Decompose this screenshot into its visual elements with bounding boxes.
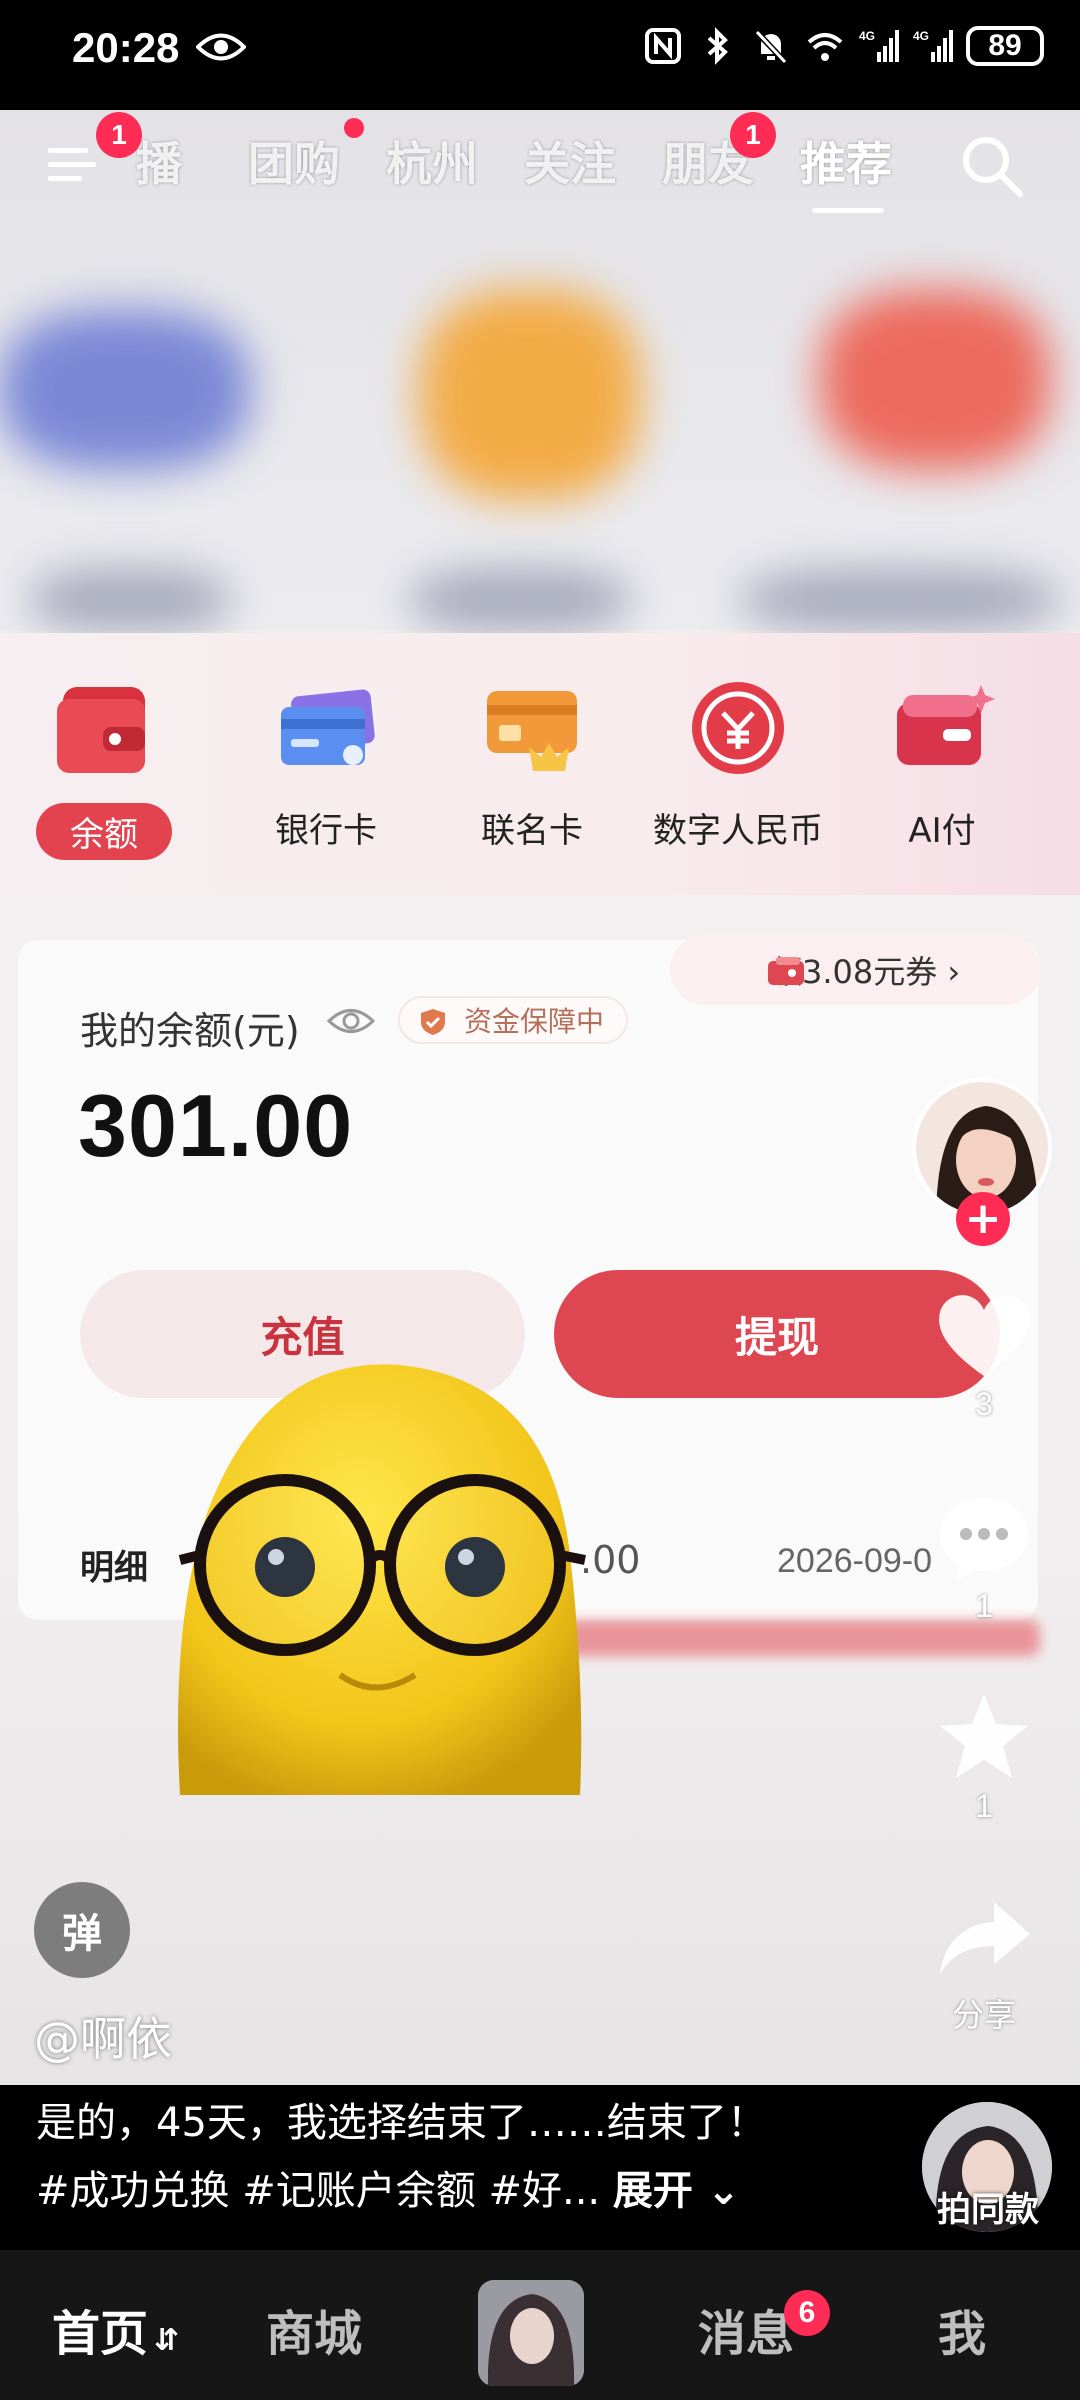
wallet-icon [57,687,145,773]
caption-hashtags[interactable]: #成功兑换 #记账户余额 #好... [36,2168,600,2214]
caption-line-2: #成功兑换 #记账户余额 #好... 展开 ⌄ [36,2158,740,2216]
group-buy-dot [344,118,364,138]
shield-icon [421,1009,445,1035]
wallet-option-cobrand-card: 联名卡 [442,673,622,852]
svg-text:4G: 4G [859,29,875,43]
danmu-toggle-button[interactable]: 弹 [34,1882,130,1978]
detail-date: 2026-09-0 [777,1542,933,1580]
favorite-count: 1 [975,1788,993,1824]
like-button[interactable]: 3 [924,1288,1044,1423]
tab-following[interactable]: 关注 [524,128,616,194]
bank-card-icon [281,689,375,765]
messages-badge: 6 [784,2290,830,2336]
wallet-label-cobrand-card: 联名卡 [481,811,583,851]
wallet-option-ai-pay: AI付 [852,673,1032,852]
heart-icon [939,1295,1029,1376]
app-screen: 20:28 4G 4G 89 余额 银行卡 联名卡 数字人民币 AI付 领3.0… [0,0,1080,2400]
digital-rmb-icon [692,682,784,774]
detail-label[interactable]: 明细 [80,1540,148,1589]
search-icon[interactable] [958,132,1026,200]
security-badge[interactable]: 资金保障中 [398,996,629,1044]
coupon-link[interactable]: 领3.08元券 › [670,935,1040,1005]
top-tab-bar: 1 播 团购 杭州 关注 朋友 1 推荐 [0,110,1080,220]
nav-create-button[interactable] [478,2280,584,2386]
nav-mall[interactable]: 商城 [266,2294,362,2364]
eye-icon [196,33,246,61]
wallet-option-balance: 余额 [14,673,194,860]
red-strip-decoration [560,1620,1040,1656]
balance-amount: 301.00 [78,1076,354,1175]
follow-plus-button[interactable]: + [956,1192,1010,1246]
wallet-option-digital-rmb: 数字人民币 [648,673,828,852]
like-count: 3 [975,1386,993,1422]
share-button[interactable]: 分享 [924,1892,1044,2036]
wallet-label-ai-pay: AI付 [908,811,976,851]
wallet-option-bank-card: 银行卡 [236,673,416,852]
bottom-nav: 首页 ⇵ 商城 消息 6 我 [0,2250,1080,2400]
active-tab-indicator [812,208,884,213]
nav-home[interactable]: 首页 ⇵ [52,2294,179,2364]
signal-4g-icon: 4G [859,29,899,62]
caption-line-1: 是的，45天，我选择结束了……结束了！ [36,2100,767,2146]
tab-hangzhou[interactable]: 杭州 [386,128,478,194]
security-text: 资金保障中 [464,1005,605,1038]
yellow-glasses-sticker [178,1364,586,1795]
star-icon [940,1694,1028,1778]
balance-label: 我的余额(元) [80,1009,300,1053]
menu-icon[interactable] [44,140,100,190]
author-name[interactable]: @啊依 [34,2003,172,2069]
favorite-button[interactable]: 1 [924,1690,1044,1825]
ai-pay-wallet-icon [897,685,995,765]
status-bar: 20:28 4G 4G 89 [0,0,1080,110]
share-arrow-icon [940,1902,1030,1974]
svg-text:4G: 4G [913,29,929,43]
nfc-icon [645,28,681,64]
friends-badge: 1 [730,112,776,158]
wifi-icon [807,33,843,61]
expand-button[interactable]: 展开 ⌄ [613,2168,740,2214]
wallet-label-balance: 余额 [36,803,172,860]
swap-icon: ⇵ [154,2323,180,2358]
share-label: 分享 [951,1997,1016,2033]
status-icons: 4G 4G 89 [642,26,1044,66]
tab-live[interactable]: 播 [136,128,182,194]
signal-4g-icon-2: 4G [913,29,953,62]
comment-button[interactable]: 1 [924,1490,1044,1625]
create-thumbnail [478,2280,584,2386]
wallet-options: 余额 银行卡 联名卡 数字人民币 AI付 [0,633,1080,895]
nav-messages[interactable]: 消息 [698,2294,794,2364]
coupon-icon [768,957,804,985]
chevron-down-icon: ⌄ [692,2168,741,2214]
battery-indicator: 89 [966,26,1044,66]
comment-count: 1 [975,1588,993,1624]
eye-toggle-icon[interactable] [326,1002,376,1040]
nav-me[interactable]: 我 [938,2294,986,2364]
mute-bell-icon [754,29,788,65]
tab-recommend[interactable]: 推荐 [800,128,892,194]
cobrand-card-icon [487,691,577,771]
bluetooth-icon [707,27,728,65]
same-style-label: 拍同款 [937,2190,1039,2230]
comment-icon [940,1498,1028,1580]
wallet-label-digital-rmb: 数字人民币 [653,811,823,851]
wallet-label-bank-card: 银行卡 [275,811,377,851]
status-time: 20:28 [72,24,180,71]
tab-group-buy[interactable]: 团购 [248,128,340,194]
